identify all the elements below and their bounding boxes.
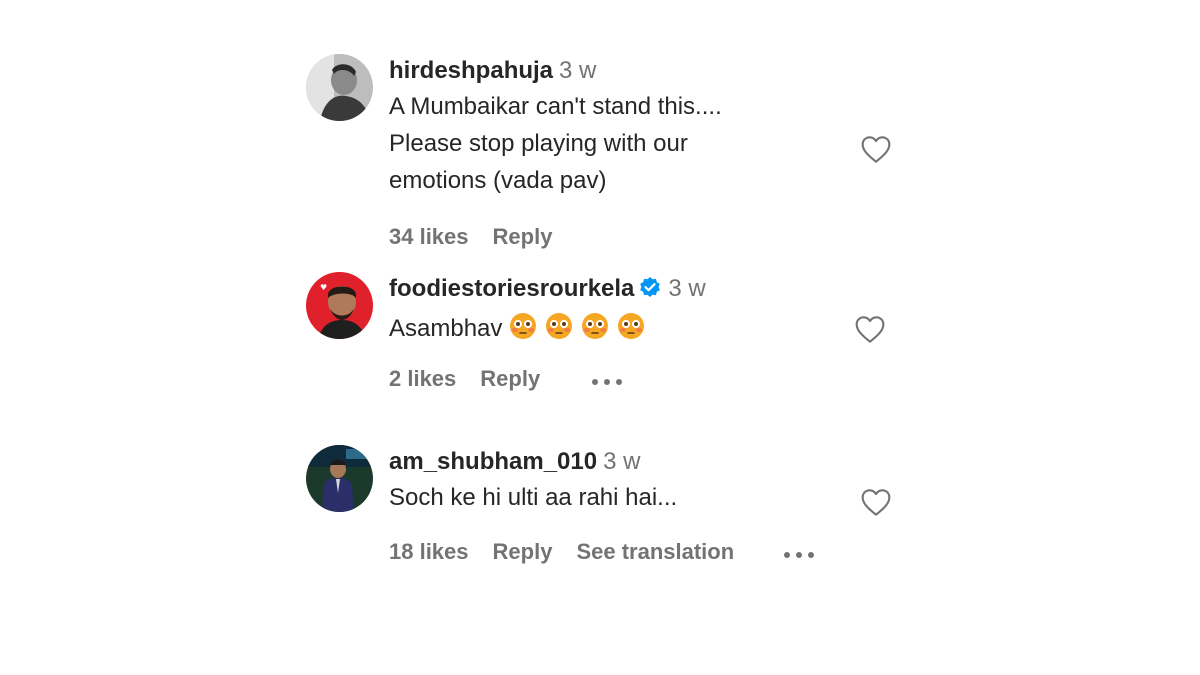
reply-button[interactable]: Reply <box>480 364 540 394</box>
comment-text-line: A Mumbaikar can't stand this.... <box>389 93 722 120</box>
avatar[interactable] <box>306 445 373 512</box>
comment-time[interactable]: 3 w <box>603 448 640 475</box>
comment-time[interactable]: 3 w <box>668 275 705 302</box>
flushed-face-emoji <box>544 311 574 352</box>
likes-count[interactable]: 2 likes <box>389 364 456 394</box>
comment-text-line: Please stop playing with our <box>389 130 688 157</box>
comment-actions: 34 likes Reply <box>389 222 576 252</box>
comment-actions: 18 likes Reply See translation <box>389 537 816 568</box>
comment-text-content: Asambhav <box>389 315 503 342</box>
likes-count[interactable]: 34 likes <box>389 222 469 252</box>
comment-time[interactable]: 3 w <box>559 57 596 84</box>
reply-button[interactable]: Reply <box>493 222 553 252</box>
comment-text: Soch ke hi ulti aa rahi hai... <box>389 484 678 511</box>
heart-outline-icon[interactable] <box>854 314 886 349</box>
flushed-face-emoji <box>616 311 646 352</box>
heart-outline-icon[interactable] <box>860 134 892 169</box>
svg-text:♥: ♥ <box>320 283 327 292</box>
comment-text: A Mumbaikar can't stand this.... Please … <box>389 88 849 199</box>
username[interactable]: foodiestoriesrourkela <box>389 275 634 302</box>
verified-badge-icon <box>638 276 662 310</box>
more-options-icon[interactable] <box>590 365 624 395</box>
flushed-face-emoji <box>508 311 538 352</box>
more-options-icon[interactable] <box>782 538 816 568</box>
username[interactable]: am_shubham_010 <box>389 448 597 475</box>
see-translation-link[interactable]: See translation <box>576 537 734 567</box>
heart-outline-icon[interactable] <box>860 487 892 522</box>
reply-button[interactable]: Reply <box>493 537 553 567</box>
comment-text-line: emotions (vada pav) <box>389 167 607 194</box>
comment-text: Asambhav <box>389 310 849 352</box>
username[interactable]: hirdeshpahuja <box>389 57 553 84</box>
likes-count[interactable]: 18 likes <box>389 537 469 567</box>
comment-actions: 2 likes Reply <box>389 364 624 395</box>
avatar[interactable] <box>306 54 373 121</box>
flushed-face-emoji <box>580 311 610 352</box>
avatar[interactable]: ♥ <box>306 272 373 339</box>
